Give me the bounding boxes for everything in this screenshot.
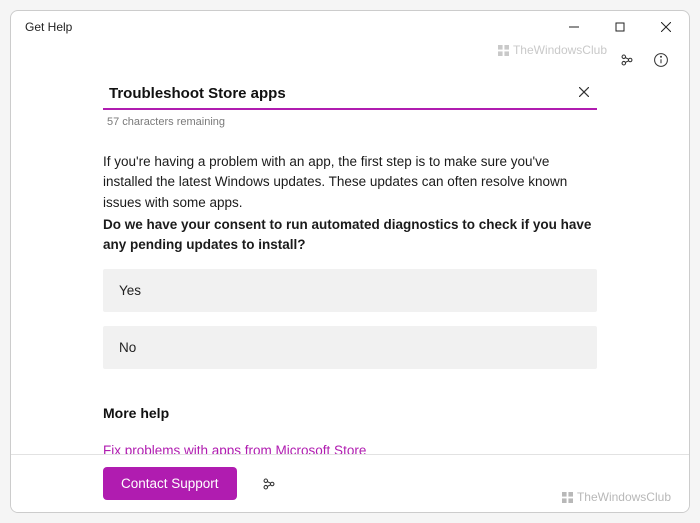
option-no[interactable]: No xyxy=(103,326,597,369)
window-title: Get Help xyxy=(25,20,551,34)
window-controls xyxy=(551,11,689,43)
info-icon[interactable] xyxy=(651,50,671,70)
content-area: 57 characters remaining If you're having… xyxy=(11,77,689,512)
app-window: Get Help TheWindowsC xyxy=(10,10,690,513)
watermark-top: TheWindowsClub xyxy=(498,43,607,57)
titlebar: Get Help xyxy=(11,11,689,43)
minimize-button[interactable] xyxy=(551,11,597,43)
option-yes-label: Yes xyxy=(119,283,141,298)
more-help-heading: More help xyxy=(103,405,597,421)
maximize-button[interactable] xyxy=(597,11,643,43)
option-no-label: No xyxy=(119,340,136,355)
close-button[interactable] xyxy=(643,11,689,43)
bottom-bar: Contact Support TheWindowsClub xyxy=(11,454,689,512)
intro-text: If you're having a problem with an app, … xyxy=(103,152,597,213)
consent-prompt: Do we have your consent to run automated… xyxy=(103,215,597,256)
option-yes[interactable]: Yes xyxy=(103,269,597,312)
clear-icon[interactable] xyxy=(575,83,593,101)
contact-support-button[interactable]: Contact Support xyxy=(103,467,237,500)
search-input[interactable] xyxy=(103,79,597,110)
search-wrap xyxy=(103,79,597,110)
char-counter: 57 characters remaining xyxy=(107,116,597,128)
watermark-bottom: TheWindowsClub xyxy=(562,490,671,504)
share-icon-bottom[interactable] xyxy=(259,474,279,494)
share-icon[interactable] xyxy=(617,50,637,70)
